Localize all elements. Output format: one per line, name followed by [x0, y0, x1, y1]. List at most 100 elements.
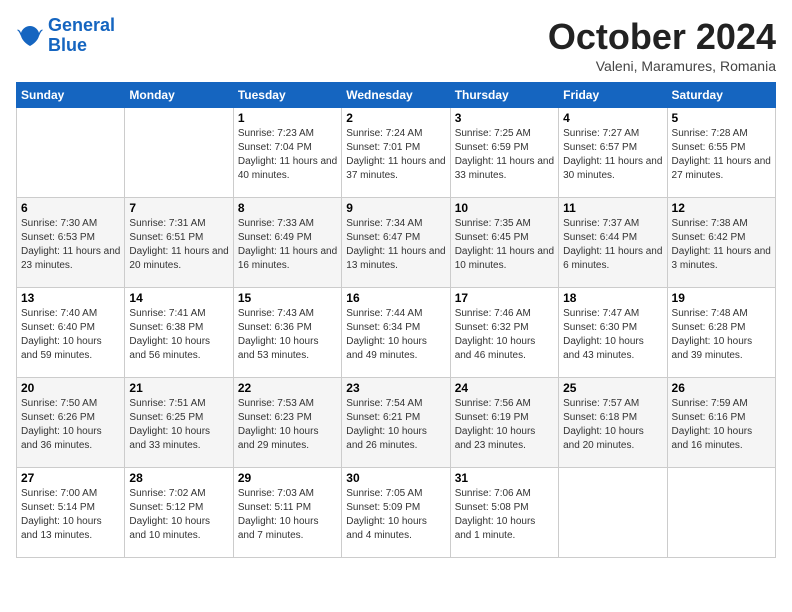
day-number: 26 — [672, 381, 771, 395]
weekday-header-monday: Monday — [125, 83, 233, 108]
day-number: 22 — [238, 381, 337, 395]
page-header: General Blue October 2024 Valeni, Maramu… — [16, 16, 776, 74]
location-subtitle: Valeni, Maramures, Romania — [548, 58, 776, 74]
calendar-cell: 17 Sunrise: 7:46 AM Sunset: 6:32 PM Dayli… — [450, 288, 558, 378]
day-info: Sunrise: 7:40 AM Sunset: 6:40 PM Dayligh… — [21, 307, 120, 363]
calendar-cell: 3 Sunrise: 7:25 AM Sunset: 6:59 PM Daylig… — [450, 108, 558, 198]
day-info: Sunrise: 7:02 AM Sunset: 5:12 PM Dayligh… — [129, 487, 228, 543]
day-number: 10 — [455, 201, 554, 215]
day-number: 30 — [346, 471, 445, 485]
day-number: 4 — [563, 111, 662, 125]
calendar-week-row: 1 Sunrise: 7:23 AM Sunset: 7:04 PM Daylig… — [17, 108, 776, 198]
day-number: 14 — [129, 291, 228, 305]
day-info: Sunrise: 7:25 AM Sunset: 6:59 PM Dayligh… — [455, 127, 554, 183]
day-number: 7 — [129, 201, 228, 215]
month-title: October 2024 — [548, 16, 776, 58]
calendar-cell: 4 Sunrise: 7:27 AM Sunset: 6:57 PM Daylig… — [559, 108, 667, 198]
day-info: Sunrise: 7:30 AM Sunset: 6:53 PM Dayligh… — [21, 217, 120, 273]
day-number: 20 — [21, 381, 120, 395]
day-number: 2 — [346, 111, 445, 125]
day-info: Sunrise: 7:35 AM Sunset: 6:45 PM Dayligh… — [455, 217, 554, 273]
calendar-week-row: 13 Sunrise: 7:40 AM Sunset: 6:40 PM Dayli… — [17, 288, 776, 378]
day-info: Sunrise: 7:37 AM Sunset: 6:44 PM Dayligh… — [563, 217, 662, 273]
logo-general: General — [48, 15, 115, 35]
calendar-cell: 1 Sunrise: 7:23 AM Sunset: 7:04 PM Daylig… — [233, 108, 341, 198]
calendar-cell: 2 Sunrise: 7:24 AM Sunset: 7:01 PM Daylig… — [342, 108, 450, 198]
day-info: Sunrise: 7:56 AM Sunset: 6:19 PM Dayligh… — [455, 397, 554, 453]
day-number: 16 — [346, 291, 445, 305]
calendar-cell: 18 Sunrise: 7:47 AM Sunset: 6:30 PM Dayli… — [559, 288, 667, 378]
calendar-cell: 21 Sunrise: 7:51 AM Sunset: 6:25 PM Dayli… — [125, 378, 233, 468]
logo-icon — [16, 22, 44, 50]
day-info: Sunrise: 7:47 AM Sunset: 6:30 PM Dayligh… — [563, 307, 662, 363]
calendar-cell: 11 Sunrise: 7:37 AM Sunset: 6:44 PM Dayli… — [559, 198, 667, 288]
day-info: Sunrise: 7:33 AM Sunset: 6:49 PM Dayligh… — [238, 217, 337, 273]
weekday-header-tuesday: Tuesday — [233, 83, 341, 108]
day-info: Sunrise: 7:48 AM Sunset: 6:28 PM Dayligh… — [672, 307, 771, 363]
day-info: Sunrise: 7:53 AM Sunset: 6:23 PM Dayligh… — [238, 397, 337, 453]
calendar-cell: 14 Sunrise: 7:41 AM Sunset: 6:38 PM Dayli… — [125, 288, 233, 378]
day-info: Sunrise: 7:03 AM Sunset: 5:11 PM Dayligh… — [238, 487, 337, 543]
day-info: Sunrise: 7:41 AM Sunset: 6:38 PM Dayligh… — [129, 307, 228, 363]
calendar-cell: 28 Sunrise: 7:02 AM Sunset: 5:12 PM Dayli… — [125, 468, 233, 558]
day-number: 23 — [346, 381, 445, 395]
calendar-cell: 9Sunrise: 7:34 AM Sunset: 6:47 PM Daylig… — [342, 198, 450, 288]
day-info: Sunrise: 7:44 AM Sunset: 6:34 PM Dayligh… — [346, 307, 445, 363]
calendar-cell: 13 Sunrise: 7:40 AM Sunset: 6:40 PM Dayli… — [17, 288, 125, 378]
calendar-header-row: SundayMondayTuesdayWednesdayThursdayFrid… — [17, 83, 776, 108]
calendar-cell: 29Sunrise: 7:03 AM Sunset: 5:11 PM Dayli… — [233, 468, 341, 558]
day-number: 3 — [455, 111, 554, 125]
day-number: 31 — [455, 471, 554, 485]
logo: General Blue — [16, 16, 115, 56]
weekday-header-saturday: Saturday — [667, 83, 775, 108]
day-info: Sunrise: 7:51 AM Sunset: 6:25 PM Dayligh… — [129, 397, 228, 453]
day-number: 21 — [129, 381, 228, 395]
day-number: 19 — [672, 291, 771, 305]
day-info: Sunrise: 7:57 AM Sunset: 6:18 PM Dayligh… — [563, 397, 662, 453]
day-number: 11 — [563, 201, 662, 215]
day-info: Sunrise: 7:54 AM Sunset: 6:21 PM Dayligh… — [346, 397, 445, 453]
day-info: Sunrise: 7:24 AM Sunset: 7:01 PM Dayligh… — [346, 127, 445, 183]
calendar-cell: 30 Sunrise: 7:05 AM Sunset: 5:09 PM Dayli… — [342, 468, 450, 558]
day-info: Sunrise: 7:50 AM Sunset: 6:26 PM Dayligh… — [21, 397, 120, 453]
day-number: 13 — [21, 291, 120, 305]
day-info: Sunrise: 7:34 AM Sunset: 6:47 PM Dayligh… — [346, 217, 445, 273]
day-number: 12 — [672, 201, 771, 215]
calendar-table: SundayMondayTuesdayWednesdayThursdayFrid… — [16, 82, 776, 558]
day-number: 17 — [455, 291, 554, 305]
weekday-header-sunday: Sunday — [17, 83, 125, 108]
calendar-cell — [125, 108, 233, 198]
day-number: 28 — [129, 471, 228, 485]
day-number: 27 — [21, 471, 120, 485]
day-info: Sunrise: 7:28 AM Sunset: 6:55 PM Dayligh… — [672, 127, 771, 183]
day-info: Sunrise: 7:06 AM Sunset: 5:08 PM Dayligh… — [455, 487, 554, 543]
calendar-cell: 15Sunrise: 7:43 AM Sunset: 6:36 PM Dayli… — [233, 288, 341, 378]
calendar-cell: 24 Sunrise: 7:56 AM Sunset: 6:19 PM Dayli… — [450, 378, 558, 468]
day-info: Sunrise: 7:59 AM Sunset: 6:16 PM Dayligh… — [672, 397, 771, 453]
day-number: 25 — [563, 381, 662, 395]
calendar-cell: 7Sunrise: 7:31 AM Sunset: 6:51 PM Daylig… — [125, 198, 233, 288]
calendar-cell: 6Sunrise: 7:30 AM Sunset: 6:53 PM Daylig… — [17, 198, 125, 288]
weekday-header-wednesday: Wednesday — [342, 83, 450, 108]
day-info: Sunrise: 7:43 AM Sunset: 6:36 PM Dayligh… — [238, 307, 337, 363]
calendar-week-row: 6Sunrise: 7:30 AM Sunset: 6:53 PM Daylig… — [17, 198, 776, 288]
calendar-week-row: 27Sunrise: 7:00 AM Sunset: 5:14 PM Dayli… — [17, 468, 776, 558]
calendar-cell — [667, 468, 775, 558]
day-info: Sunrise: 7:46 AM Sunset: 6:32 PM Dayligh… — [455, 307, 554, 363]
day-info: Sunrise: 7:27 AM Sunset: 6:57 PM Dayligh… — [563, 127, 662, 183]
day-number: 18 — [563, 291, 662, 305]
day-number: 24 — [455, 381, 554, 395]
day-number: 1 — [238, 111, 337, 125]
day-info: Sunrise: 7:05 AM Sunset: 5:09 PM Dayligh… — [346, 487, 445, 543]
calendar-cell: 10 Sunrise: 7:35 AM Sunset: 6:45 PM Dayli… — [450, 198, 558, 288]
weekday-header-friday: Friday — [559, 83, 667, 108]
calendar-cell: 31 Sunrise: 7:06 AM Sunset: 5:08 PM Dayli… — [450, 468, 558, 558]
calendar-cell: 16 Sunrise: 7:44 AM Sunset: 6:34 PM Dayli… — [342, 288, 450, 378]
day-info: Sunrise: 7:23 AM Sunset: 7:04 PM Dayligh… — [238, 127, 337, 183]
logo-blue: Blue — [48, 35, 87, 55]
calendar-cell: 20 Sunrise: 7:50 AM Sunset: 6:26 PM Dayli… — [17, 378, 125, 468]
calendar-cell: 26 Sunrise: 7:59 AM Sunset: 6:16 PM Dayli… — [667, 378, 775, 468]
calendar-cell: 27Sunrise: 7:00 AM Sunset: 5:14 PM Dayli… — [17, 468, 125, 558]
calendar-cell — [17, 108, 125, 198]
day-number: 5 — [672, 111, 771, 125]
